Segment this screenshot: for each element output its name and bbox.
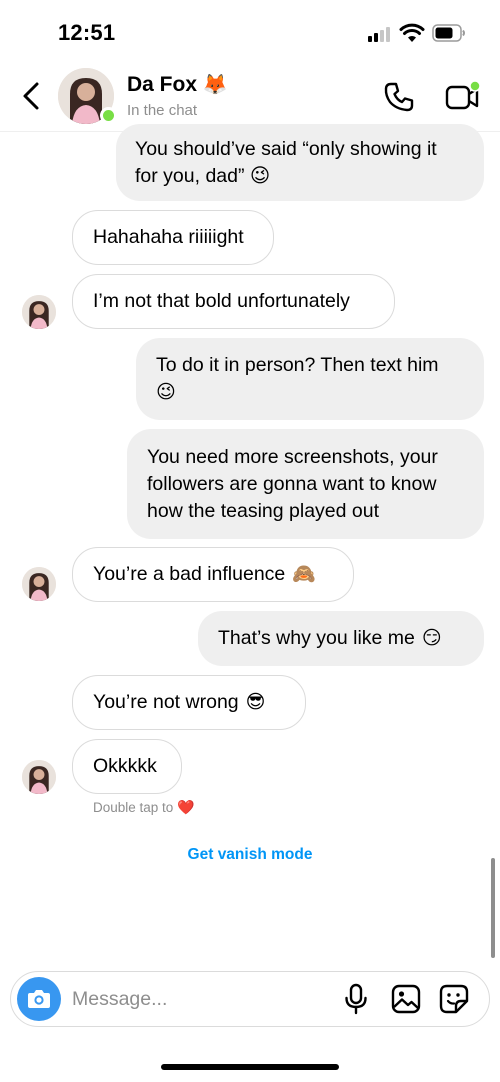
message-bubble-outgoing[interactable]: You need more screenshots, your follower… <box>127 429 484 539</box>
message-bubble-outgoing[interactable]: You should’ve said “only showing it for … <box>116 124 484 201</box>
heart-icon[interactable]: ❤️ <box>177 799 194 815</box>
see-no-evil-monkey-emoji: 🙈 <box>292 564 316 585</box>
message-bubble-incoming[interactable]: Hahahaha riiiiight <box>72 210 274 265</box>
status-bar: 12:51 <box>0 0 500 64</box>
phone-icon[interactable] <box>382 80 416 114</box>
message-line: You should’ve said “only showing it <box>135 137 437 160</box>
camera-icon <box>28 990 50 1008</box>
microphone-icon[interactable] <box>343 983 369 1015</box>
message-line: To do it in person? Then text him <box>156 354 439 376</box>
sender-avatar[interactable] <box>22 567 56 601</box>
message-line: You need more screenshots, your <box>147 445 438 468</box>
profile-photo-icon <box>22 295 56 329</box>
chat-header: Da Fox 🦊 In the chat <box>0 64 500 132</box>
online-status-dot <box>100 107 117 124</box>
video-camera-icon[interactable] <box>444 80 482 114</box>
message-bubble-incoming[interactable]: Okkkkk <box>72 739 182 794</box>
message-text: That’s why you like me <box>218 627 415 649</box>
message-bubble-outgoing[interactable]: To do it in person? Then text him 😉 <box>136 338 484 420</box>
message-bubble-incoming[interactable]: You’re not wrong 😎 <box>72 675 306 730</box>
message-bubble-incoming[interactable]: You’re a bad influence 🙈 <box>72 547 354 602</box>
back-chevron-icon[interactable] <box>16 78 48 114</box>
message-text: Okkkkk <box>93 755 157 777</box>
double-tap-text: Double tap to <box>93 800 174 815</box>
message-bubble-incoming[interactable]: I’m not that bold unfortunately <box>72 274 395 329</box>
message-line: how the teasing played out <box>147 499 380 522</box>
double-tap-hint: Double tap to ❤️ <box>93 799 195 816</box>
status-time: 12:51 <box>58 20 116 45</box>
message-bubble-outgoing[interactable]: That’s why you like me 😏 <box>198 611 484 666</box>
wifi-icon <box>399 23 425 42</box>
sender-avatar[interactable] <box>22 760 56 794</box>
cellular-signal-icon <box>368 26 394 42</box>
sticker-icon[interactable] <box>439 984 469 1014</box>
message-composer <box>10 971 490 1027</box>
sunglasses-emoji: 😎 <box>245 692 266 713</box>
contact-name[interactable]: Da Fox 🦊 <box>127 72 228 97</box>
message-line: followers are gonna want to know <box>147 472 437 495</box>
contact-status: In the chat <box>127 102 198 119</box>
message-text: You’re not wrong <box>93 691 239 713</box>
battery-icon <box>432 24 465 42</box>
smirk-emoji: 😏 <box>421 628 442 649</box>
scrollbar[interactable] <box>491 858 495 958</box>
camera-button[interactable] <box>17 977 61 1021</box>
contact-avatar[interactable] <box>58 68 117 126</box>
message-line: for you, dad” 😉 <box>135 164 271 187</box>
message-text: I’m not that bold unfortunately <box>93 290 350 312</box>
message-text: Hahahaha riiiiight <box>93 226 244 248</box>
profile-photo-icon <box>22 567 56 601</box>
message-text: You’re a bad influence <box>93 563 286 585</box>
home-indicator[interactable] <box>161 1064 339 1070</box>
fox-emoji: 🦊 <box>202 74 228 96</box>
gallery-icon[interactable] <box>391 984 421 1014</box>
vanish-mode-link[interactable]: Get vanish mode <box>0 846 500 864</box>
sender-avatar[interactable] <box>22 295 56 329</box>
contact-name-text: Da Fox <box>127 73 198 96</box>
message-input[interactable] <box>72 982 322 1016</box>
message-line: 😉 <box>156 382 176 403</box>
profile-photo-icon <box>22 760 56 794</box>
